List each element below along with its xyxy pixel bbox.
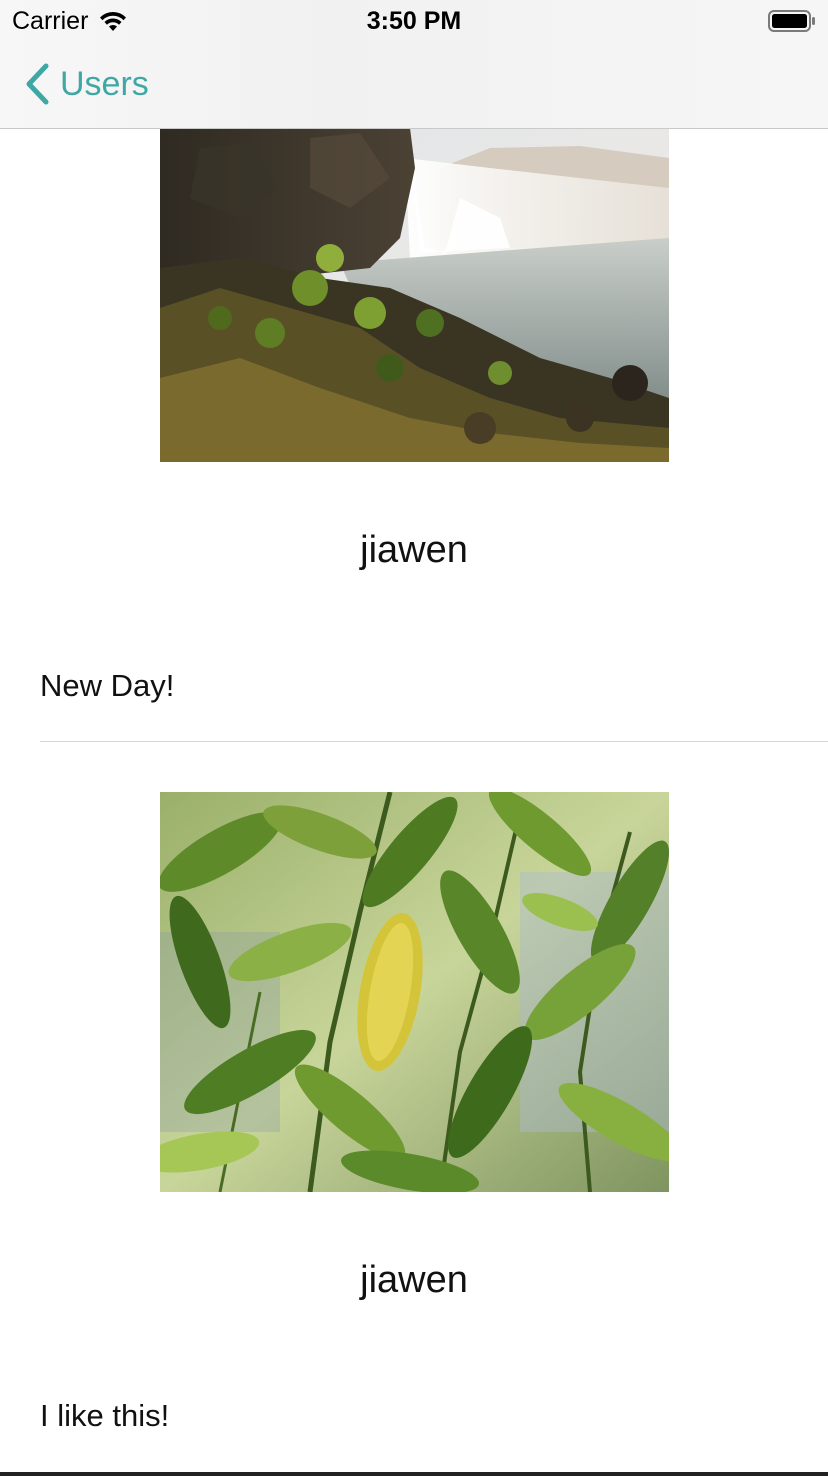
- chevron-left-icon: [26, 63, 49, 105]
- status-time: 3:50 PM: [366, 7, 462, 35]
- post-username: jiawen: [360, 529, 468, 571]
- battery-icon: [768, 10, 815, 32]
- post-feed[interactable]: jiawen New Day! jiawen I like this!: [0, 0, 828, 1476]
- post-photo-leaves[interactable]: [160, 792, 669, 1192]
- post-username: jiawen: [360, 1259, 468, 1301]
- app-screen: jiawen New Day! jiawen I like this! Carr…: [0, 0, 828, 1476]
- bottom-edge: [0, 1472, 828, 1476]
- navigation-bar: Carrier 3:50 PM Users: [0, 0, 828, 129]
- back-button[interactable]: Users: [24, 60, 149, 108]
- post-caption: I like this!: [40, 1398, 170, 1433]
- post-separator: [40, 741, 828, 742]
- leaves-photo-icon: [160, 792, 669, 1192]
- waterfall-photo-icon: [160, 128, 669, 462]
- post-caption: New Day!: [40, 668, 175, 703]
- back-button-label: Users: [60, 64, 149, 103]
- post-photo-waterfall[interactable]: [160, 128, 669, 462]
